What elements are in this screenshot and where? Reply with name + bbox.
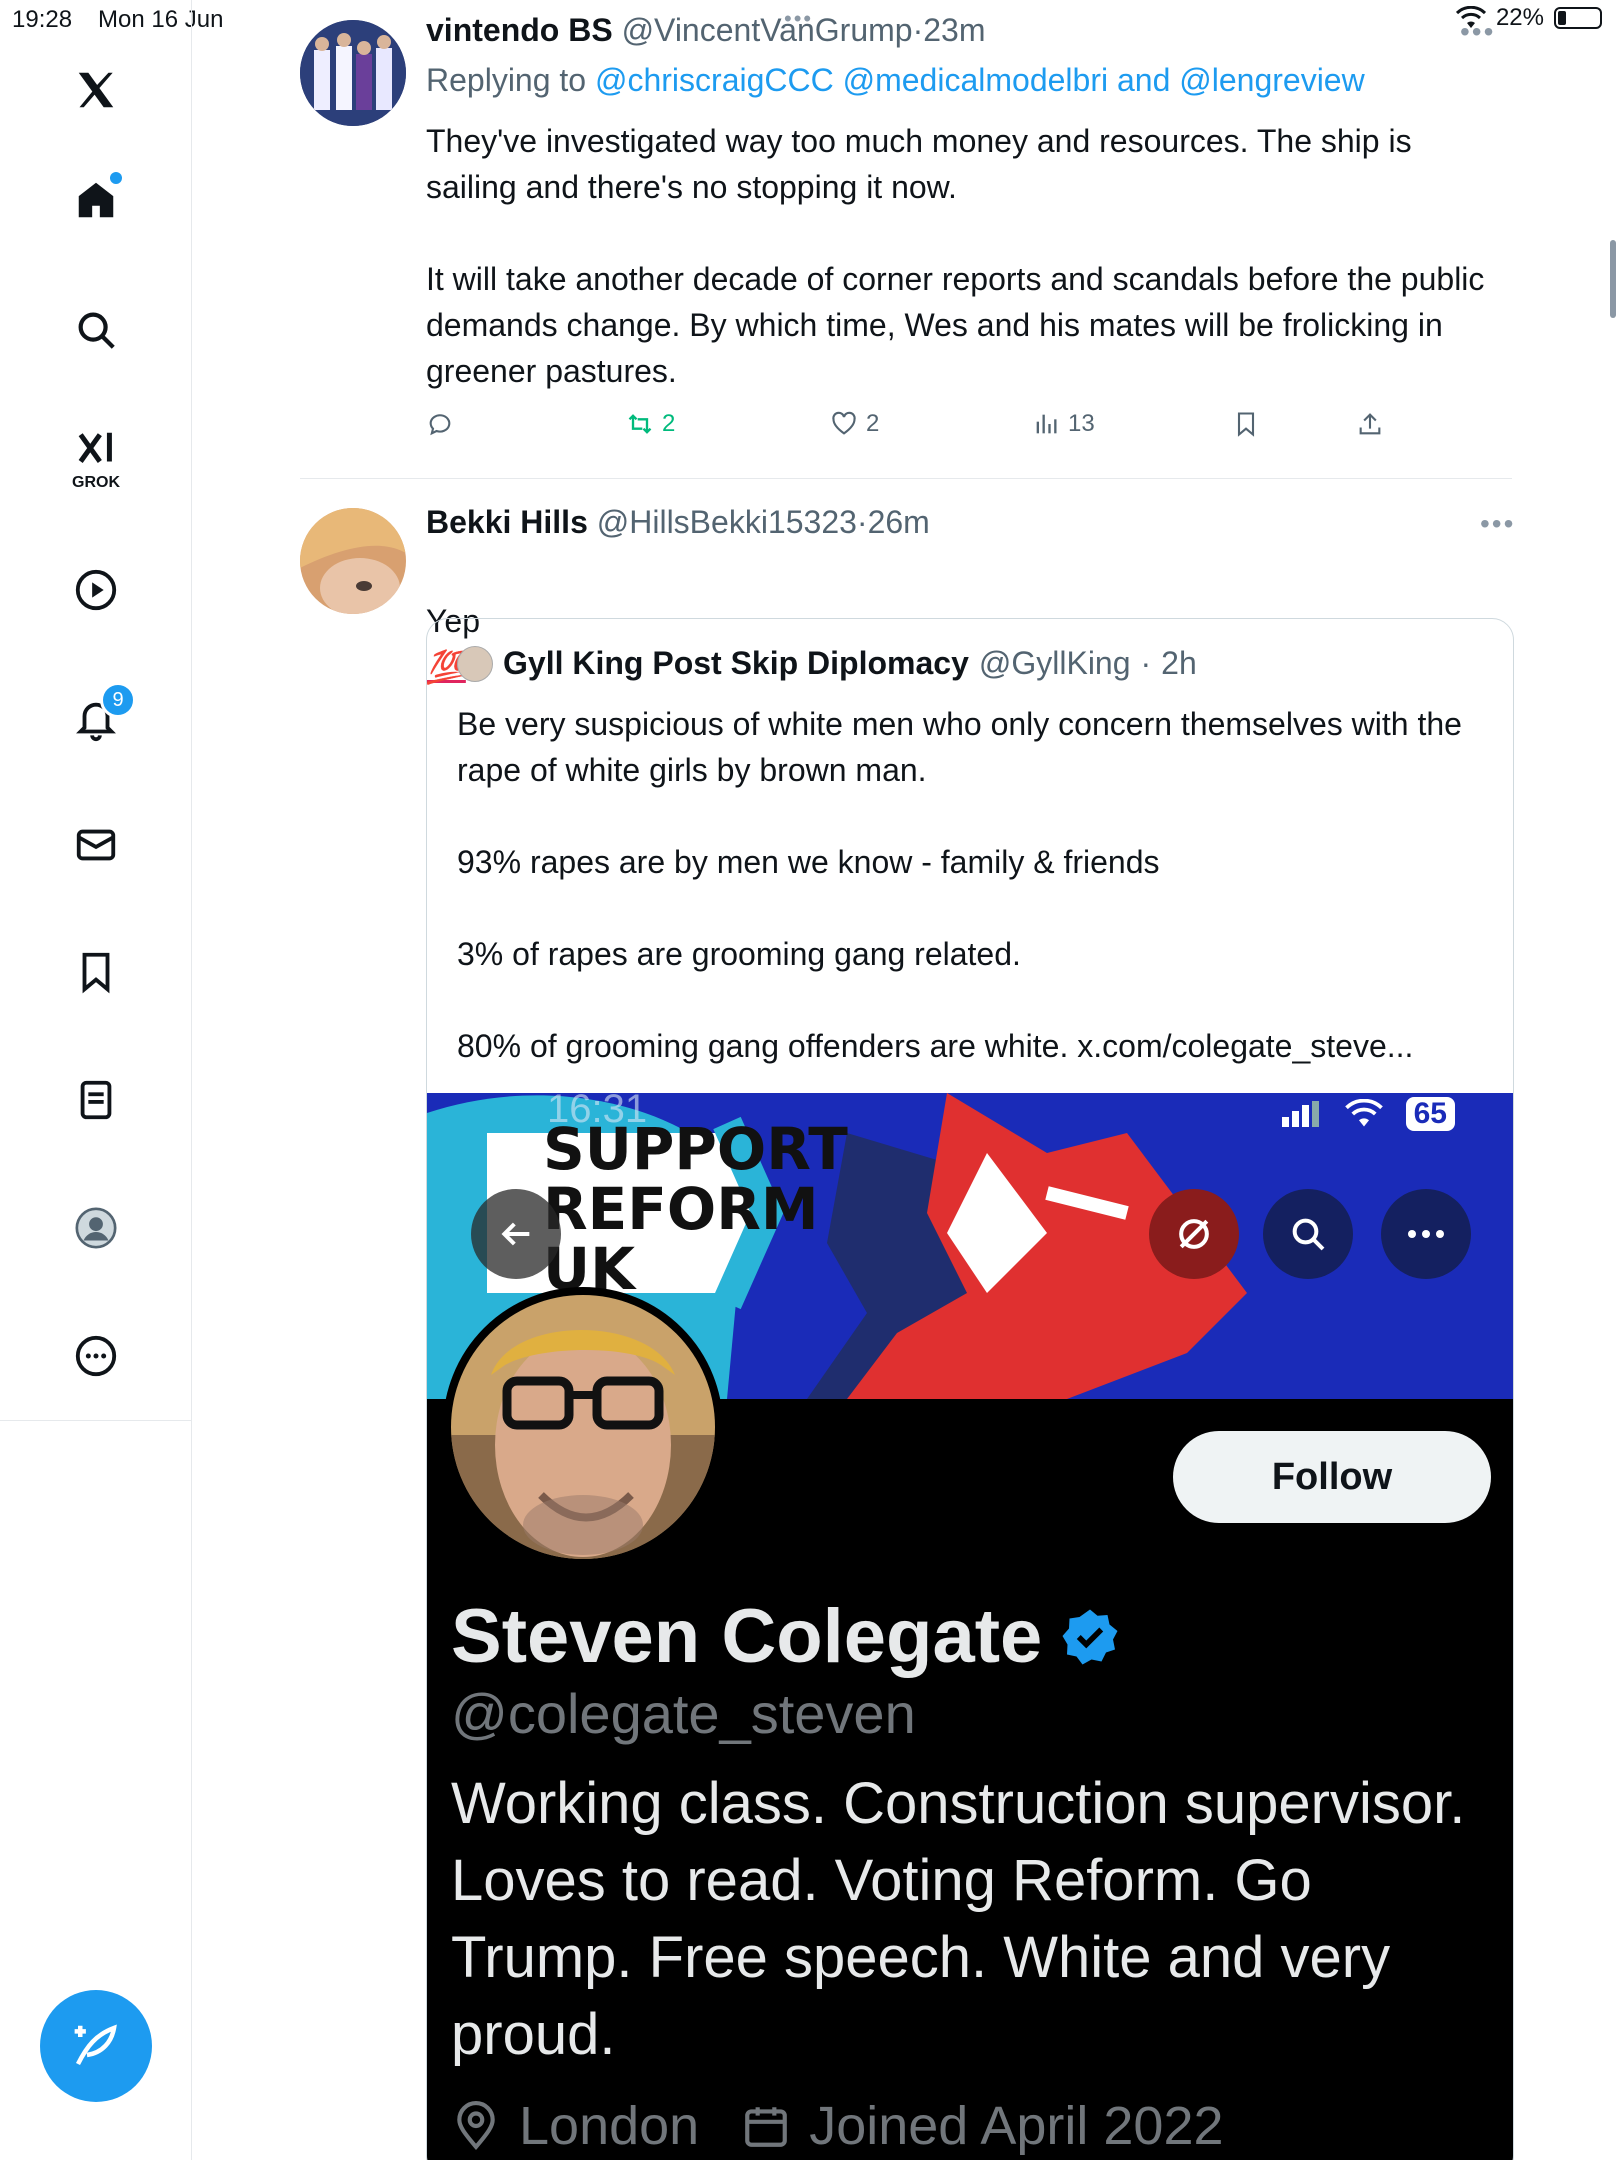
like-count: 2: [866, 410, 880, 437]
profile-name: Steven Colegate: [451, 1593, 1120, 1680]
search-icon[interactable]: [66, 300, 126, 360]
wifi-icon: [1344, 1099, 1383, 1127]
notifications-icon[interactable]: 9: [66, 682, 136, 750]
grok-label: GROK: [72, 474, 120, 491]
battery-icon: [1554, 7, 1602, 29]
quoted-avatar: [457, 645, 493, 682]
tweet-divider: [300, 478, 1512, 479]
profile-joined: Joined April 2022: [809, 2096, 1224, 2156]
author-name[interactable]: vintendo BS: [426, 12, 613, 48]
banner-line-1: SUPPORT: [543, 1115, 848, 1183]
tweet-text: They've investigated way too much money …: [426, 123, 1485, 389]
replying-prefix: Replying to: [426, 62, 587, 98]
home-icon[interactable]: [66, 170, 126, 230]
sidebar-nav: GROK 9: [0, 0, 192, 2160]
lists-icon[interactable]: [66, 1070, 126, 1130]
compose-feather-icon: [74, 2024, 117, 2066]
messages-icon[interactable]: [66, 815, 126, 875]
replying-to: Replying to @chriscraigCCC @medicalmodel…: [426, 62, 1365, 99]
views-button[interactable]: 13: [1032, 410, 1095, 438]
tweet-header: Bekki Hills @HillsBekki15323·26m: [426, 504, 930, 540]
calendar-icon: [745, 2107, 788, 2147]
reply-icon: [429, 414, 451, 436]
verified-badge-icon: [1062, 1609, 1118, 1664]
quoted-time: 2h: [1161, 645, 1197, 681]
tweet-time[interactable]: 23m: [923, 12, 985, 48]
profile-bio: Working class. Construction supervisor. …: [451, 1771, 1466, 2067]
view-count: 13: [1068, 410, 1095, 437]
profile-meta: London Joined April 2022: [451, 2095, 1224, 2157]
replying-and: and: [1116, 62, 1171, 98]
tweet-time[interactable]: 26m: [868, 504, 930, 540]
retweet-button[interactable]: 2: [626, 410, 675, 438]
tweet-actions: 2 2 13: [426, 410, 1426, 446]
author-name[interactable]: Bekki Hills: [426, 504, 588, 540]
profile-icon[interactable]: [66, 1198, 126, 1258]
more-options-icon[interactable]: •••: [1480, 508, 1515, 540]
follow-button: Follow: [1173, 1431, 1491, 1523]
profile-location: London: [519, 2096, 700, 2156]
location-pin-icon: [457, 2101, 495, 2151]
retweet-icon: [628, 414, 652, 434]
views-icon: [1036, 414, 1057, 434]
video-icon[interactable]: [66, 560, 126, 620]
quoted-tweet[interactable]: Gyll King Post Skip Diplomacy @GyllKing ·…: [426, 618, 1514, 2160]
more-dots-icon: [1381, 1189, 1471, 1279]
notifications-badge: 9: [100, 682, 136, 718]
author-handle[interactable]: @HillsBekki15323: [597, 504, 857, 540]
banner-slogan: SUPPORT REFORM UK: [543, 1119, 848, 1299]
more-icon[interactable]: [66, 1326, 126, 1386]
compose-post-button[interactable]: [40, 1990, 152, 2102]
retweet-count: 2: [662, 410, 676, 437]
search-icon: [1263, 1189, 1353, 1279]
replying-handles[interactable]: @chriscraigCCC @medicalmodelbri: [595, 62, 1108, 98]
quoted-author-name: Gyll King Post Skip Diplomacy: [503, 645, 969, 681]
hide-icon: [1149, 1189, 1239, 1279]
profile-name-text: Steven Colegate: [451, 1594, 1043, 1679]
tweet-header: vintendo BS @VincentVanGrump·23m: [426, 12, 986, 48]
heart-icon: [832, 411, 856, 435]
signal-icon: [1281, 1101, 1319, 1127]
x-logo-icon[interactable]: [66, 60, 126, 120]
avatar[interactable]: [300, 20, 406, 126]
home-unread-dot: [110, 172, 122, 184]
quoted-tweet-text: Be very suspicious of white men who only…: [457, 706, 1462, 1064]
embedded-status-indicators: 65: [1281, 1097, 1455, 1131]
quoted-media-image[interactable]: 16:31 SUPPORT REFORM UK 65 Follow Steven…: [427, 1093, 1513, 2160]
avatar[interactable]: [300, 508, 406, 614]
like-button[interactable]: 2: [830, 410, 879, 438]
scrollbar[interactable]: [1610, 240, 1616, 318]
quoted-tweet-header: Gyll King Post Skip Diplomacy @GyllKing ·…: [457, 645, 1197, 682]
bookmark-button[interactable]: [1232, 410, 1260, 438]
back-arrow-icon: [471, 1189, 561, 1279]
grok-icon[interactable]: GROK: [66, 420, 126, 491]
quoted-author-handle: @GyllKing: [978, 645, 1131, 681]
banner-line-2: REFORM: [543, 1175, 819, 1243]
share-button[interactable]: [1356, 410, 1384, 438]
profile-avatar: [443, 1287, 723, 1567]
battery-percent: 22%: [1495, 4, 1544, 31]
bookmarks-icon[interactable]: [66, 942, 126, 1002]
share-icon: [1359, 413, 1381, 435]
sidebar-divider: [0, 1420, 192, 1421]
reply-button[interactable]: [426, 410, 454, 438]
embedded-battery: 65: [1405, 1097, 1455, 1131]
author-handle[interactable]: @VincentVanGrump: [622, 12, 913, 48]
replying-last-handle[interactable]: @lengreview: [1179, 62, 1364, 98]
bookmark-icon: [1237, 412, 1255, 437]
more-options-icon[interactable]: •••: [1460, 16, 1495, 48]
profile-handle: @colegate_steven: [451, 1682, 916, 1745]
